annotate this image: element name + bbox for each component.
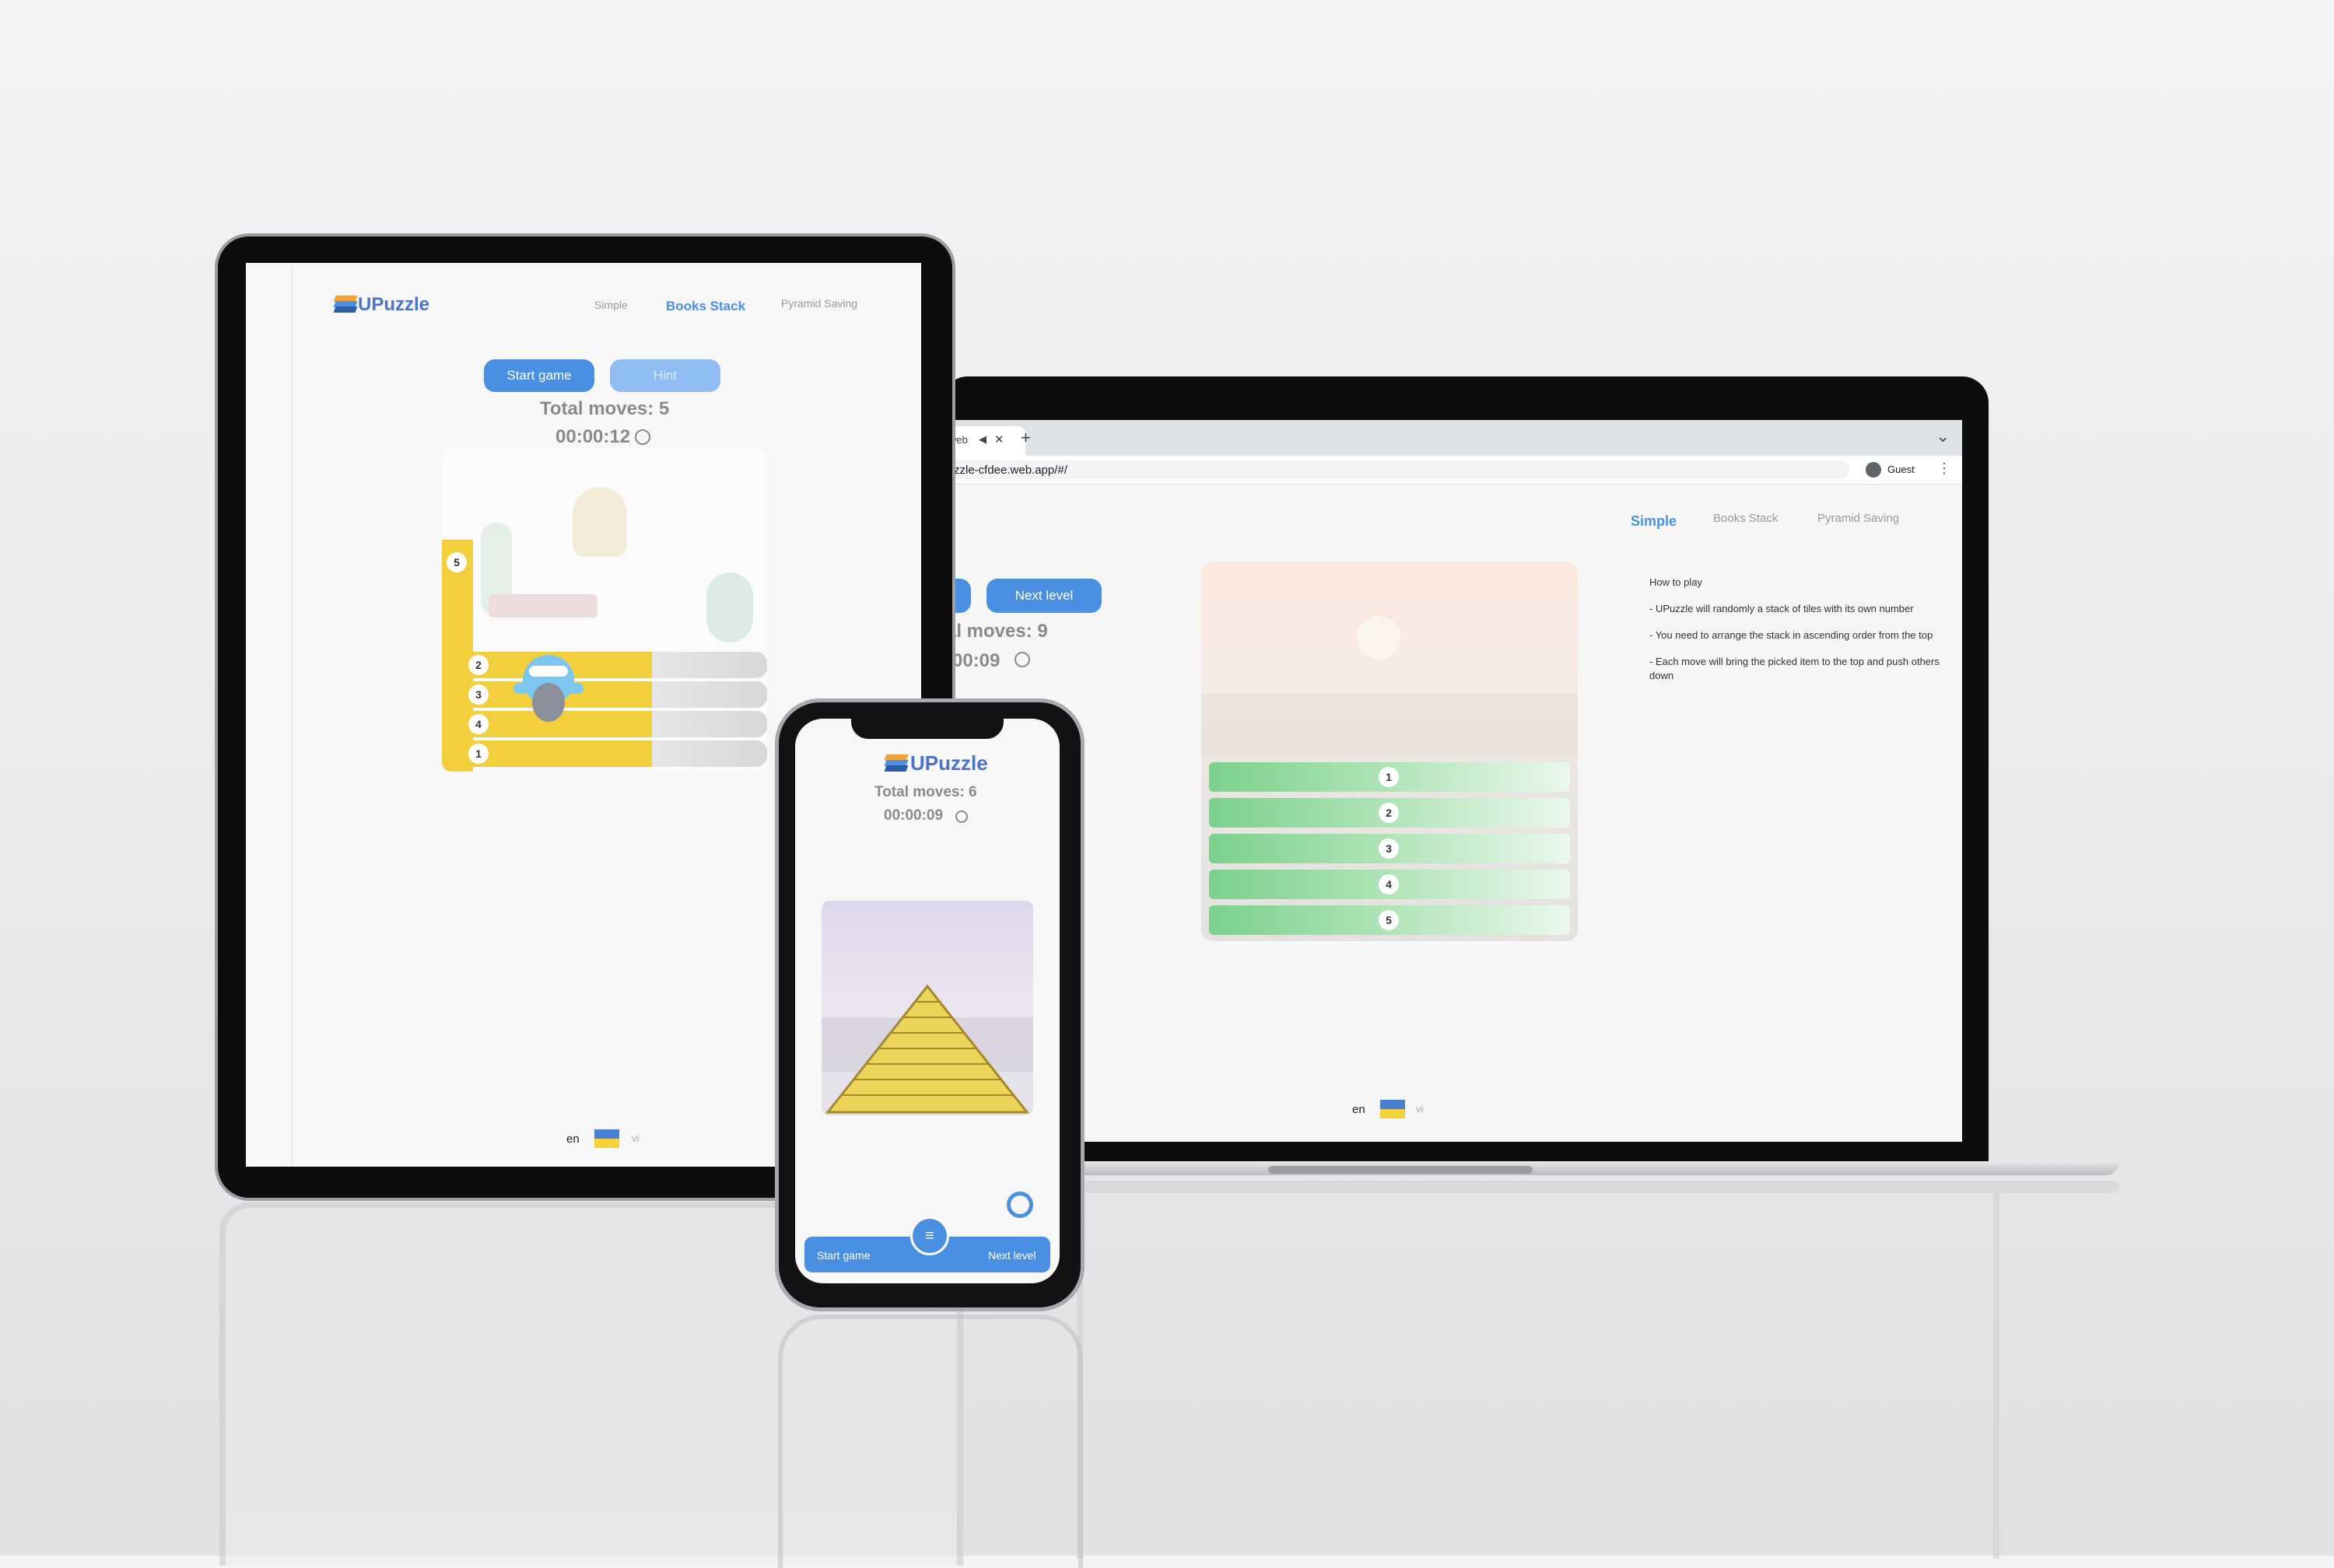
phone-screen: UPuzzle Total moves: 6 00:00:09 Start ga… bbox=[795, 719, 1060, 1283]
stopwatch-icon bbox=[1015, 652, 1030, 667]
tile-2[interactable]: 2 bbox=[1209, 798, 1570, 828]
how-to-play-rule: - You need to arrange the stack in ascen… bbox=[1649, 629, 1933, 641]
book-number: 1 bbox=[468, 744, 489, 764]
help-icon[interactable] bbox=[1007, 1192, 1033, 1218]
puzzle-board: 1 2 3 4 5 bbox=[1201, 562, 1578, 941]
browser-menu-icon[interactable]: ⋮ bbox=[1937, 460, 1951, 477]
profile-button[interactable]: Guest bbox=[1861, 459, 1936, 481]
desk-illustration bbox=[489, 594, 598, 618]
stopwatch-icon bbox=[635, 429, 650, 445]
next-level-button[interactable]: Next level bbox=[988, 1249, 1036, 1262]
book-number: 2 bbox=[468, 655, 489, 675]
lightbulb-illustration bbox=[573, 487, 627, 557]
ukraine-flag-icon[interactable] bbox=[1380, 1100, 1405, 1118]
browser-address-bar: zzle-cfdee.web.app/#/ Guest ⋮ bbox=[949, 456, 1962, 485]
url-text: zzle-cfdee.web.app/#/ bbox=[954, 464, 1067, 477]
hint-button[interactable]: Hint bbox=[610, 359, 720, 392]
book-number: 4 bbox=[468, 714, 489, 734]
tile-5[interactable]: 5 bbox=[1209, 905, 1570, 935]
browser-tab[interactable]: web ◀ ✕ bbox=[949, 426, 1025, 456]
book-2[interactable]: 2 bbox=[464, 652, 767, 678]
lang-vi[interactable]: vi bbox=[1416, 1103, 1423, 1115]
pyramid-illustration bbox=[825, 984, 1030, 1114]
laptop-screen-reflection bbox=[1077, 1193, 1999, 1559]
upuzzle-logo-icon bbox=[333, 296, 358, 313]
total-moves: Total moves: 6 bbox=[874, 784, 977, 800]
nav-pyramid-saving[interactable]: Pyramid Saving bbox=[1817, 512, 1899, 525]
bird-character-icon bbox=[513, 652, 584, 730]
how-to-play-rule: - Each move will bring the picked item t… bbox=[1649, 656, 1940, 681]
laptop-base bbox=[965, 1161, 2119, 1175]
timer: :00:09 bbox=[949, 650, 1001, 671]
menu-fab-button[interactable]: ≡ bbox=[910, 1216, 949, 1255]
plant-illustration bbox=[706, 572, 753, 642]
start-game-button[interactable]: Start game bbox=[817, 1249, 870, 1262]
phone-reflection bbox=[778, 1314, 1083, 1568]
laptop-screen: web ◀ ✕ + ⌄ zzle-cfdee.web.app/#/ Guest … bbox=[949, 420, 1962, 1142]
speaker-icon[interactable]: ◀ bbox=[979, 433, 987, 446]
puzzle-board: 5 2 3 4 1 bbox=[442, 448, 767, 772]
url-field[interactable]: zzle-cfdee.web.app/#/ bbox=[949, 460, 1850, 479]
next-level-button[interactable]: Next level bbox=[987, 579, 1102, 613]
tile-number: 2 bbox=[1379, 803, 1399, 823]
ukraine-flag-icon[interactable] bbox=[594, 1129, 619, 1148]
book-4[interactable]: 4 bbox=[464, 711, 767, 737]
how-to-play-rule: - UPuzzle will randomly a stack of tiles… bbox=[1649, 603, 1914, 614]
nav-pyramid-saving[interactable]: Pyramid Saving bbox=[781, 297, 857, 310]
tile-number: 1 bbox=[1379, 767, 1399, 787]
upuzzle-logo-icon bbox=[884, 754, 909, 772]
lang-en[interactable]: en bbox=[1352, 1103, 1365, 1116]
how-to-play-title: How to play bbox=[1649, 576, 1702, 588]
how-to-play-panel: How to play - UPuzzle will randomly a st… bbox=[1649, 576, 1945, 683]
tile-3[interactable]: 3 bbox=[1209, 834, 1570, 863]
tile-number: 3 bbox=[1379, 838, 1399, 859]
puzzle-board bbox=[822, 901, 1033, 1115]
tile-number: 4 bbox=[1379, 874, 1399, 894]
nav-books-stack[interactable]: Books Stack bbox=[666, 299, 745, 314]
laptop-reflection bbox=[965, 1181, 2119, 1193]
tile-number: 5 bbox=[1379, 910, 1399, 930]
avatar-icon bbox=[1866, 462, 1881, 478]
total-moves: Total moves: 5 bbox=[540, 398, 670, 419]
start-game-button[interactable]: Start game bbox=[484, 359, 594, 392]
book-number: 3 bbox=[468, 684, 489, 705]
nav-simple[interactable]: Simple bbox=[1631, 513, 1677, 530]
sun-illustration bbox=[1357, 616, 1400, 660]
timer: 00:00:09 bbox=[884, 807, 944, 824]
stopwatch-icon bbox=[955, 810, 968, 823]
new-tab-button[interactable]: + bbox=[1021, 428, 1031, 448]
timer: 00:00:12 bbox=[555, 426, 631, 447]
lang-en[interactable]: en bbox=[566, 1132, 580, 1146]
book-number-top: 5 bbox=[447, 552, 467, 572]
tile-4[interactable]: 4 bbox=[1209, 870, 1570, 899]
close-icon[interactable]: ✕ bbox=[994, 432, 1004, 446]
profile-label: Guest bbox=[1887, 464, 1915, 475]
nav-simple[interactable]: Simple bbox=[594, 299, 628, 311]
browser-tab-bar: web ◀ ✕ + ⌄ bbox=[949, 420, 1962, 456]
lang-vi[interactable]: vi bbox=[632, 1132, 639, 1144]
phone-notch bbox=[851, 716, 1004, 739]
total-moves: al moves: 9 bbox=[949, 621, 1048, 642]
book-3[interactable]: 3 bbox=[464, 681, 767, 708]
chevron-down-icon[interactable]: ⌄ bbox=[1936, 426, 1950, 446]
tile-1[interactable]: 1 bbox=[1209, 762, 1570, 792]
laptop-hinge bbox=[1268, 1166, 1533, 1174]
book-1[interactable]: 1 bbox=[464, 740, 767, 767]
mountain-illustration bbox=[1201, 694, 1578, 756]
nav-books-stack[interactable]: Books Stack bbox=[1713, 512, 1778, 525]
brand-logo-text[interactable]: UPuzzle bbox=[358, 294, 429, 316]
brand-logo-text[interactable]: UPuzzle bbox=[910, 751, 988, 775]
tablet-divider bbox=[291, 263, 293, 1167]
